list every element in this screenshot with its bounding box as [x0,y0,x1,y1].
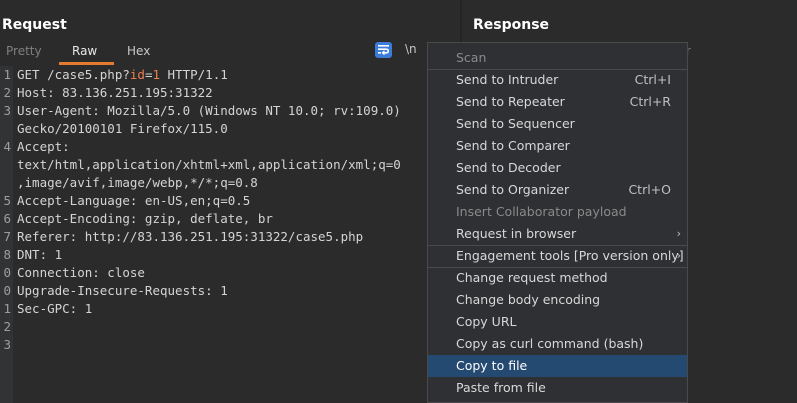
line-number: 1 [3,301,11,316]
menu-item-change-request-method[interactable]: Change request method [428,267,687,289]
line-number: 0 [3,265,11,280]
line-number: 1 [3,67,11,82]
menu-item-label: Send to Intruder [456,72,559,87]
active-tab-indicator [59,62,114,65]
menu-item-request-in-browser[interactable]: Request in browser › [428,223,687,245]
show-newlines-button[interactable]: \n [405,42,417,56]
line-text: Sec-GPC: 1 [17,301,93,316]
line-text: Accept-Encoding: gzip, deflate, br [17,211,273,226]
line-number: 7 [3,229,11,244]
menu-item-shortcut: Ctrl+R [629,94,671,109]
chevron-right-icon: › [676,249,681,262]
menu-item-label: Engagement tools [Pro version only] [456,248,684,263]
line-text: Gecko/20100101 Firefox/115.0 [17,121,228,136]
menu-item-copy-as-curl-command-bash[interactable]: Copy as curl command (bash) [428,333,687,355]
word-wrap-button[interactable] [375,42,392,58]
menu-item-label: Scan [456,50,487,65]
menu-item-scan: Scan [428,47,687,69]
menu-item-label: Insert Collaborator payload [456,204,627,219]
line-text: Upgrade-Insecure-Requests: 1 [17,283,228,298]
menu-item-label: Copy as curl command (bash) [456,336,644,351]
menu-item-copy-to-file[interactable]: Copy to file [428,355,687,377]
menu-item-send-to-sequencer[interactable]: Send to Sequencer [428,113,687,135]
tab-pretty[interactable]: Pretty [6,44,42,58]
menu-item-shortcut: Ctrl+O [628,182,671,197]
menu-item-send-to-decoder[interactable]: Send to Decoder [428,157,687,179]
line-text: Host: 83.136.251.195:31322 [17,85,213,100]
menu-item-label: Change body encoding [456,292,601,307]
menu-item-send-to-repeater[interactable]: Send to Repeater Ctrl+R [428,91,687,113]
word-wrap-icon [378,45,389,55]
menu-item-engagement-tools-pro-version-only[interactable]: Engagement tools [Pro version only] › [428,245,687,267]
menu-item-label: Change request method [456,270,608,285]
menu-item-label: Send to Decoder [456,160,561,175]
line-number: 2 [3,319,11,334]
menu-item-change-body-encoding[interactable]: Change body encoding [428,289,687,311]
request-title: Request [2,17,67,33]
line-number: 5 [3,193,11,208]
response-title: Response [473,17,550,33]
menu-item-label: Send to Organizer [456,182,570,197]
menu-item-paste-from-file[interactable]: Paste from file [428,377,687,399]
menu-item-label: Copy to file [456,358,528,373]
line-text: text/html,application/xhtml+xml,applicat… [17,157,401,172]
line-text: Accept: [17,139,70,154]
line-text: DNT: 1 [17,247,63,262]
tab-hex[interactable]: Hex [127,44,150,58]
line-text: Accept-Language: en-US,en;q=0.5 [17,193,251,208]
line-number: 3 [3,103,11,118]
menu-item-label: Request in browser [456,226,577,241]
tab-raw[interactable]: Raw [72,44,97,58]
line-number: 3 [3,337,11,352]
line-number: 0 [3,283,11,298]
menu-item-shortcut: Ctrl+I [634,72,671,87]
menu-item-copy-url[interactable]: Copy URL [428,311,687,333]
query-param-value: 1 [152,67,161,82]
menu-item-insert-collaborator-payload: Insert Collaborator payload [428,201,687,223]
line-text: GET /case5.php?id=1 HTTP/1.1 [17,67,228,82]
menu-item-label: Copy URL [456,314,517,329]
line-number: 2 [3,85,11,100]
line-number: 8 [3,247,11,262]
query-param-name: id [129,67,145,82]
menu-item-send-to-intruder[interactable]: Send to Intruder Ctrl+I [428,69,687,91]
chevron-right-icon: › [676,227,681,240]
line-number: 6 [3,211,11,226]
line-number: 4 [3,139,11,154]
line-text: Referer: http://83.136.251.195:31322/cas… [17,229,364,244]
menu-item-label: Paste from file [456,380,546,395]
context-menu: Scan Send to Intruder Ctrl+I Send to Repeat… [427,42,688,403]
menu-item-label: Send to Repeater [456,94,565,109]
line-text: ,image/avif,image/webp,*/*;q=0.8 [17,175,258,190]
menu-item-send-to-organizer[interactable]: Send to Organizer Ctrl+O [428,179,687,201]
line-text: User-Agent: Mozilla/5.0 (Windows NT 10.0… [17,103,401,118]
line-text: Connection: close [17,265,145,280]
menu-item-send-to-comparer[interactable]: Send to Comparer [428,135,687,157]
menu-item-label: Send to Sequencer [456,116,575,131]
menu-item-label: Send to Comparer [456,138,570,153]
